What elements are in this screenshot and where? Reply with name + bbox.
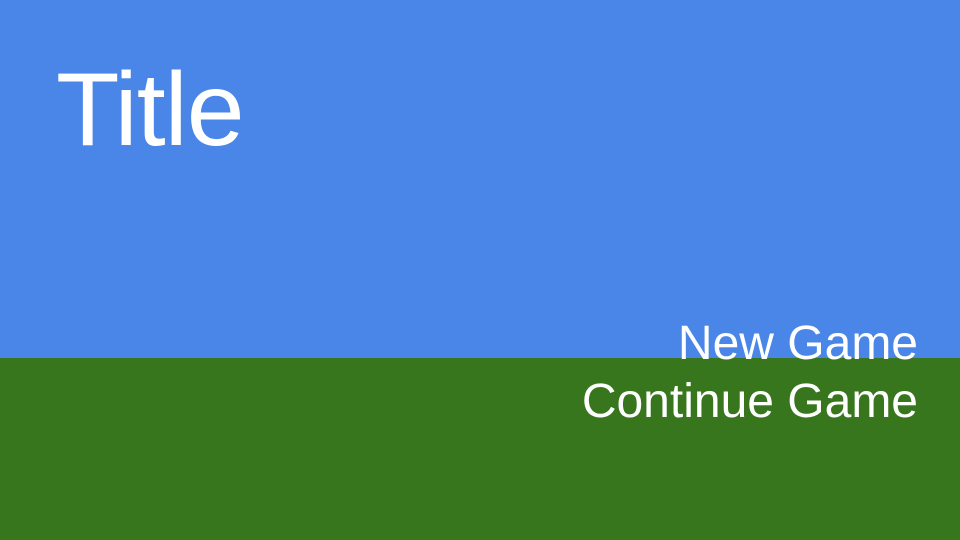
game-title: Title [56,52,245,168]
main-menu: New Game Continue Game [582,316,918,432]
continue-game-button[interactable]: Continue Game [582,374,918,430]
new-game-button[interactable]: New Game [678,316,918,372]
